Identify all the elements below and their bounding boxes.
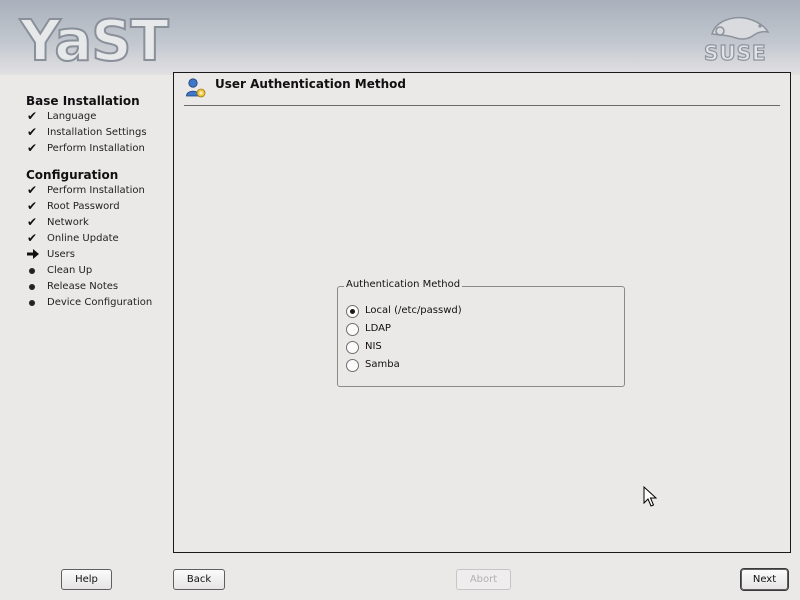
radio-button[interactable] — [346, 359, 359, 372]
yast-logo: YaST — [18, 10, 171, 68]
title-divider — [184, 105, 780, 106]
arrow-right-icon — [27, 249, 39, 259]
radio-label: Local (/etc/passwd) — [365, 305, 462, 316]
step-label: Language — [47, 111, 97, 122]
suse-logo: SUSE — [703, 16, 770, 64]
step-device-configuration: Device Configuration — [26, 295, 166, 311]
step-perform-installation: ✔ Perform Installation — [26, 141, 166, 157]
check-icon: ✔ — [27, 183, 38, 197]
radio-label: Samba — [365, 359, 400, 370]
mouse-pointer-icon — [643, 486, 657, 507]
bullet-icon — [26, 295, 40, 309]
abort-button[interactable]: Abort — [456, 569, 511, 590]
radio-button-checked[interactable] — [346, 305, 359, 318]
check-icon: ✔ — [27, 141, 38, 155]
bullet-icon — [26, 263, 40, 277]
step-label: Root Password — [47, 201, 120, 212]
next-button[interactable]: Next — [741, 569, 788, 590]
check-icon: ✔ — [27, 125, 38, 139]
step-label: Release Notes — [47, 281, 119, 292]
step-label: Online Update — [47, 233, 119, 244]
page-title: User Authentication Method — [215, 77, 406, 91]
radio-label: LDAP — [365, 323, 391, 334]
step-clean-up: Clean Up — [26, 263, 166, 279]
header-banner: YaST SUSE — [0, 0, 800, 75]
step-network: ✔ Network — [26, 215, 166, 231]
radio-button[interactable] — [346, 323, 359, 336]
step-label: Users — [47, 249, 76, 260]
svg-text:SUSE: SUSE — [704, 41, 767, 64]
check-icon: ✔ — [27, 109, 38, 123]
installation-steps-sidebar: Base Installation ✔ Language ✔ Installat… — [0, 75, 172, 555]
step-perform-installation-config: ✔ Perform Installation — [26, 183, 166, 199]
step-label: Device Configuration — [47, 297, 153, 308]
main-content-frame: User Authentication Method Authenticatio… — [173, 72, 791, 553]
radio-ldap[interactable]: LDAP — [346, 322, 606, 338]
check-icon: ✔ — [27, 199, 38, 213]
radio-button[interactable] — [346, 341, 359, 354]
radio-local[interactable]: Local (/etc/passwd) — [346, 304, 606, 320]
check-icon: ✔ — [27, 215, 38, 229]
radio-label: NIS — [365, 341, 382, 352]
step-label: Clean Up — [47, 265, 93, 276]
check-icon: ✔ — [27, 231, 38, 245]
section-title-base-installation: Base Installation — [26, 94, 140, 108]
group-legend: Authentication Method — [344, 279, 463, 290]
svg-text:YaST: YaST — [19, 10, 169, 68]
back-button[interactable]: Back — [173, 569, 225, 590]
step-language: ✔ Language — [26, 109, 166, 125]
step-root-password: ✔ Root Password — [26, 199, 166, 215]
section-title-configuration: Configuration — [26, 168, 119, 182]
radio-samba[interactable]: Samba — [346, 358, 606, 374]
step-online-update: ✔ Online Update — [26, 231, 166, 247]
step-label: Network — [47, 217, 89, 228]
help-button[interactable]: Help — [61, 569, 112, 590]
step-label: Perform Installation — [47, 143, 145, 154]
step-label: Installation Settings — [47, 127, 147, 138]
step-users: Users — [26, 247, 166, 263]
radio-nis[interactable]: NIS — [346, 340, 606, 356]
step-release-notes: Release Notes — [26, 279, 166, 295]
step-installation-settings: ✔ Installation Settings — [26, 125, 166, 141]
user-config-icon — [186, 78, 206, 98]
authentication-method-group: Authentication Method Local (/etc/passwd… — [337, 279, 625, 387]
bullet-icon — [26, 279, 40, 293]
step-label: Perform Installation — [47, 185, 145, 196]
